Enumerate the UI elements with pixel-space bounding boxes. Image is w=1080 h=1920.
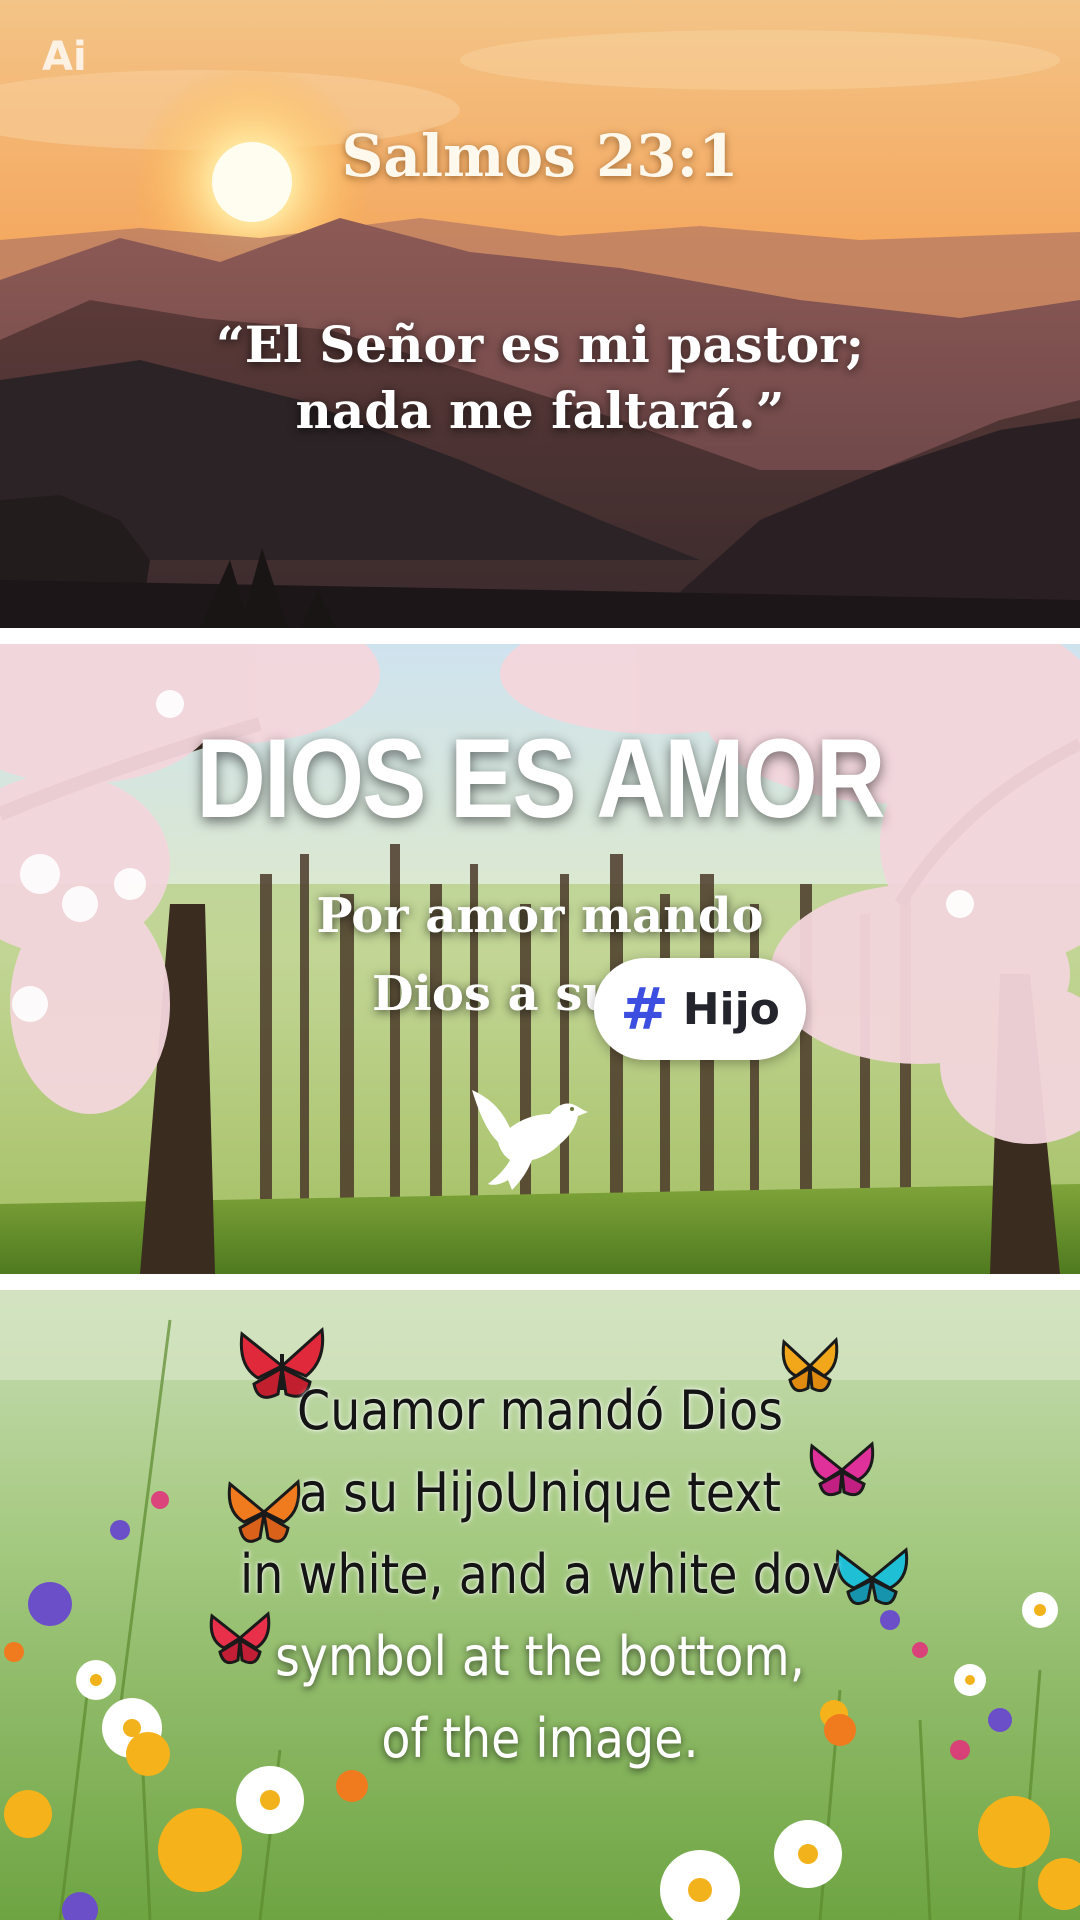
verse-line: nada me faltará.” xyxy=(295,381,785,440)
verse-line: “El Señor es mi pastor; xyxy=(215,315,865,374)
caption-line: Cuamor mandó Dios xyxy=(297,1379,783,1442)
verse-text: “El Señor es mi pastor; nada me faltará.… xyxy=(0,312,1080,444)
panel-divider xyxy=(0,1274,1080,1290)
subtitle-line: Dios a su xyxy=(372,966,618,1022)
hashtag-label: Hijo xyxy=(682,983,780,1035)
panel-divider xyxy=(0,628,1080,644)
caption-line: symbol at the bottom, xyxy=(275,1625,805,1688)
headline: DIOS ES AMOR xyxy=(196,716,885,841)
blossom-forest-panel: DIOS ES AMOR Por amor mando Dios a su # … xyxy=(0,644,1080,1274)
ai-badge: Ai xyxy=(42,34,87,80)
caption-line: of the image. xyxy=(381,1707,699,1770)
wildflower-meadow-panel: Cuamor mandó Dios a su HijoUnique text i… xyxy=(0,1290,1080,1920)
sunset-mountain-panel: Ai Salmos 23:1 “El Señor es mi pastor; n… xyxy=(0,0,1080,628)
hashtag-chip[interactable]: # Hijo xyxy=(594,958,806,1060)
verse-reference: Salmos 23:1 xyxy=(341,122,739,190)
hashtag-icon: # xyxy=(620,975,669,1043)
subtitle-line: Por amor mando xyxy=(316,888,764,944)
meadow-caption: Cuamor mandó Dios a su HijoUnique text i… xyxy=(65,1370,1015,1780)
dove-icon xyxy=(472,1090,588,1190)
caption-line: in white, and a white dov xyxy=(240,1543,840,1606)
caption-line: a su HijoUnique text xyxy=(299,1461,781,1524)
